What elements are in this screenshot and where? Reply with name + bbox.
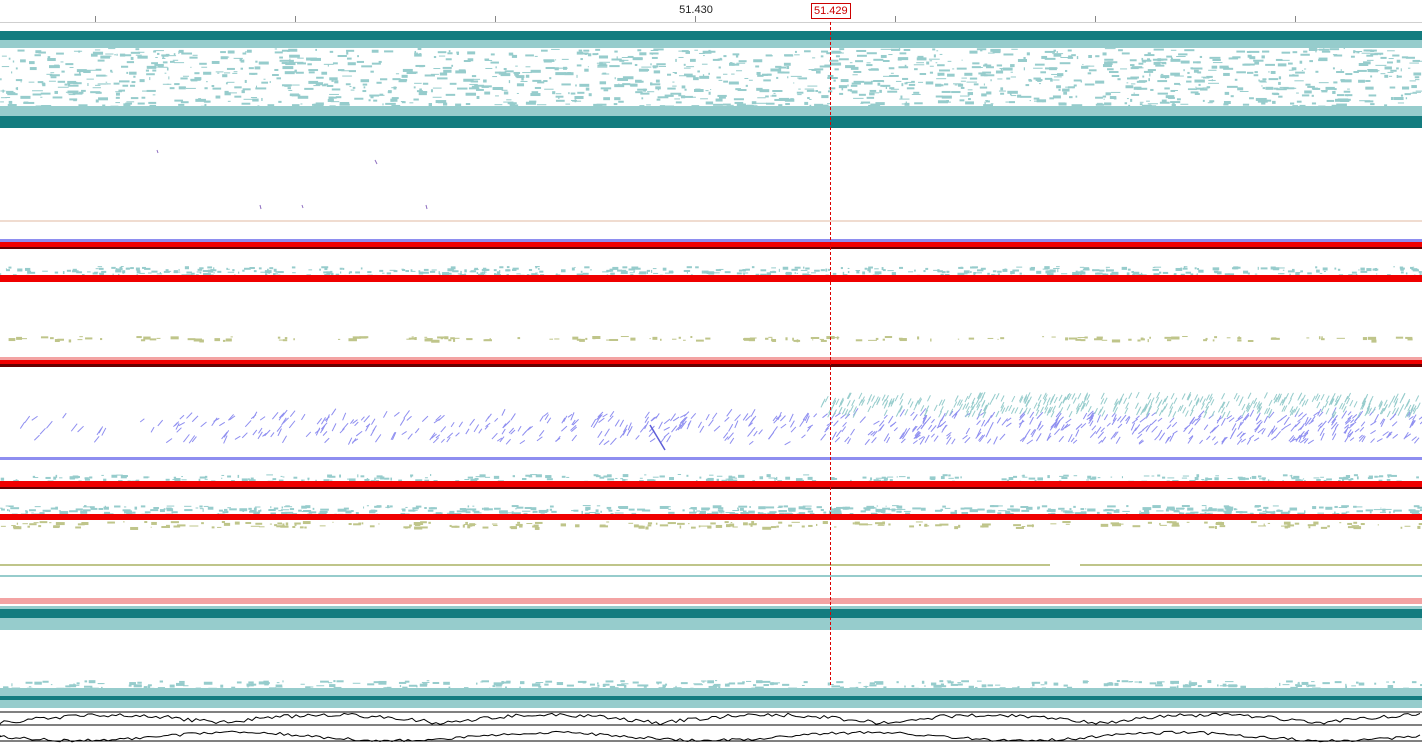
red-track-a bbox=[0, 239, 1422, 282]
variant-track bbox=[0, 391, 1422, 460]
red-track-d bbox=[0, 505, 1422, 604]
red-track-b bbox=[0, 336, 1422, 367]
sparse-track bbox=[0, 149, 1422, 222]
cursor-position-label[interactable]: 51.429 bbox=[811, 3, 851, 19]
ruler-tick bbox=[95, 16, 96, 22]
ruler-tick bbox=[895, 16, 896, 22]
ruler-tick bbox=[295, 16, 296, 22]
alignment-track-top bbox=[0, 31, 1422, 128]
cursor-line[interactable] bbox=[830, 22, 831, 685]
genome-tracks-canvas[interactable] bbox=[0, 0, 1422, 743]
ruler-tick bbox=[695, 16, 696, 22]
red-track-c bbox=[0, 474, 1422, 489]
ruler-tick bbox=[495, 16, 496, 22]
signal-track bbox=[0, 711, 1422, 743]
position-ruler[interactable]: 51.430 51.429 bbox=[0, 0, 1422, 23]
ruler-tick-label: 51.430 bbox=[679, 4, 713, 16]
ruler-tick bbox=[1095, 16, 1096, 22]
ruler-tick bbox=[1295, 16, 1296, 22]
alignment-track-bottom bbox=[0, 606, 1422, 708]
